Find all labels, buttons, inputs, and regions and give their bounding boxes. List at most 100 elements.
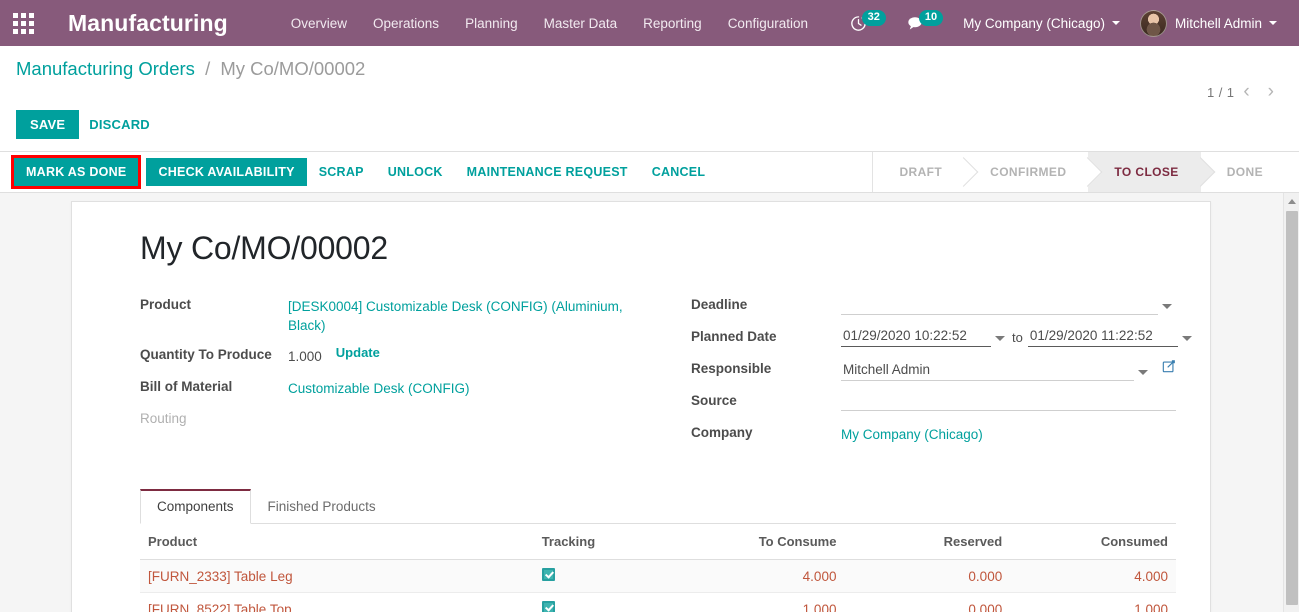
scrollbar-thumb[interactable] (1286, 211, 1298, 605)
tracking-checkbox[interactable] (541, 601, 555, 612)
planned-date-to-label: to (1012, 330, 1023, 345)
page-body: My Co/MO/00002 Product [DESK0004] Custom… (0, 193, 1299, 612)
status-stage-to-close[interactable]: TO CLOSE (1088, 152, 1201, 192)
scrap-button[interactable]: SCRAP (307, 158, 376, 186)
breadcrumb-separator: / (205, 58, 211, 79)
control-panel: Manufacturing Orders / My Co/MO/00002 1 … (0, 46, 1299, 152)
field-deadline-label: Deadline (691, 297, 748, 312)
chevron-down-icon[interactable] (1181, 336, 1192, 341)
menu-item-operations[interactable]: Operations (360, 2, 452, 45)
cell-tracking (533, 592, 679, 612)
field-routing: Routing (140, 409, 658, 431)
status-stage-draft[interactable]: DRAFT (873, 152, 965, 192)
cell-product[interactable]: [FURN_2333] Table Leg (140, 559, 534, 593)
cell-to-consume[interactable]: 1.000 (678, 592, 845, 612)
column-header-to-consume[interactable]: To Consume (678, 524, 845, 560)
status-stage-confirmed[interactable]: CONFIRMED (964, 152, 1089, 192)
table-row[interactable]: [FURN_8522] Table Top 1.000 0.000 1.000 (140, 592, 1176, 612)
menu-item-overview[interactable]: Overview (278, 2, 360, 45)
pager: 1 / 1 ‹ › (1207, 58, 1283, 101)
action-buttons-group: MARK AS DONE CHECK AVAILABILITY SCRAP UN… (0, 152, 717, 192)
field-source: Source (691, 391, 1176, 413)
planned-date-start-input[interactable] (841, 327, 991, 347)
breadcrumb-parent-link[interactable]: Manufacturing Orders (16, 58, 195, 79)
tab-finished-products[interactable]: Finished Products (251, 489, 393, 524)
cell-product[interactable]: [FURN_8522] Table Top (140, 592, 534, 612)
tracking-checkbox[interactable] (541, 568, 555, 581)
column-header-tracking[interactable]: Tracking (533, 524, 679, 560)
cell-reserved[interactable]: 0.000 (844, 592, 1011, 612)
discard-button[interactable]: DISCARD (79, 110, 160, 139)
messages-count-badge: 10 (918, 10, 944, 26)
field-bom-label: Bill of Material (140, 379, 233, 394)
pager-previous-button[interactable]: ‹ (1234, 82, 1258, 101)
external-link-icon[interactable] (1162, 359, 1176, 378)
navbar-right-group: 32 10 My Company (Chicago) Mitchell Admi… (840, 4, 1299, 43)
table-row[interactable]: [FURN_2333] Table Leg 4.000 0.000 4.000 (140, 559, 1176, 593)
cell-consumed[interactable]: 4.000 (1010, 559, 1176, 593)
activities-count-badge: 32 (861, 10, 886, 26)
column-header-product[interactable]: Product (140, 524, 534, 560)
field-quantity-to-produce: Quantity To Produce 1.000 Update (140, 345, 658, 367)
cell-tracking (533, 559, 679, 593)
field-product: Product [DESK0004] Customizable Desk (CO… (140, 295, 658, 335)
unlock-button[interactable]: UNLOCK (376, 158, 455, 186)
field-company: Company My Company (Chicago) (691, 423, 1176, 445)
maintenance-request-button[interactable]: MAINTENANCE REQUEST (455, 158, 640, 186)
top-navbar: Manufacturing Overview Operations Planni… (0, 0, 1299, 46)
user-name: Mitchell Admin (1174, 15, 1262, 31)
notebook: Components Finished Products Product Tra… (140, 489, 1176, 612)
field-responsible-label: Responsible (691, 361, 772, 376)
responsible-input[interactable] (841, 361, 1134, 381)
field-bom-value[interactable]: Customizable Desk (CONFIG) (288, 377, 470, 398)
column-header-reserved[interactable]: Reserved (844, 524, 1011, 560)
deadline-input[interactable] (841, 295, 1158, 315)
chevron-down-icon[interactable] (1138, 370, 1148, 375)
column-header-consumed[interactable]: Consumed (1010, 524, 1176, 560)
source-input[interactable] (841, 391, 1176, 411)
tab-components[interactable]: Components (140, 489, 251, 524)
check-availability-button[interactable]: CHECK AVAILABILITY (146, 158, 307, 186)
field-product-value[interactable]: [DESK0004] Customizable Desk (CONFIG) (A… (288, 295, 658, 335)
field-product-label: Product (140, 297, 192, 312)
company-name: My Company (Chicago) (963, 15, 1105, 31)
chevron-down-icon (1269, 21, 1277, 25)
planned-date-end-input[interactable] (1027, 327, 1178, 347)
cell-reserved[interactable]: 0.000 (844, 559, 1011, 593)
field-company-value[interactable]: My Company (Chicago) (841, 423, 983, 444)
breadcrumb-row: Manufacturing Orders / My Co/MO/00002 1 … (16, 46, 1283, 101)
update-quantity-link[interactable]: Update (336, 345, 380, 360)
apps-grid-icon[interactable] (0, 0, 46, 46)
action-bar: MARK AS DONE CHECK AVAILABILITY SCRAP UN… (0, 152, 1299, 193)
activities-menu[interactable]: 32 (840, 10, 896, 32)
company-switcher[interactable]: My Company (Chicago) (953, 10, 1130, 37)
messages-menu[interactable]: 10 (896, 10, 953, 32)
mark-as-done-button[interactable]: MARK AS DONE (14, 158, 139, 186)
chevron-down-icon[interactable] (995, 336, 1005, 341)
menu-item-reporting[interactable]: Reporting (630, 2, 715, 45)
main-menu: Overview Operations Planning Master Data… (278, 2, 821, 45)
field-company-label: Company (691, 425, 753, 440)
cancel-button[interactable]: CANCEL (640, 158, 718, 186)
form-sheet: My Co/MO/00002 Product [DESK0004] Custom… (71, 201, 1211, 612)
user-menu[interactable]: Mitchell Admin (1130, 4, 1287, 43)
cell-consumed[interactable]: 1.000 (1010, 592, 1176, 612)
vertical-scrollbar[interactable] (1283, 193, 1299, 612)
mark-as-done-highlight: MARK AS DONE (10, 155, 142, 189)
pager-next-button[interactable]: › (1259, 82, 1283, 101)
save-discard-row: SAVE DISCARD (16, 100, 1283, 151)
breadcrumb-current: My Co/MO/00002 (220, 58, 366, 79)
save-button[interactable]: SAVE (16, 110, 80, 139)
chevron-down-icon[interactable] (1162, 304, 1172, 309)
menu-item-planning[interactable]: Planning (452, 2, 531, 45)
cell-to-consume[interactable]: 4.000 (678, 559, 845, 593)
field-deadline: Deadline (691, 295, 1176, 317)
field-quantity-label: Quantity To Produce (140, 347, 272, 362)
breadcrumb: Manufacturing Orders / My Co/MO/00002 (16, 58, 365, 80)
menu-item-master-data[interactable]: Master Data (531, 2, 631, 45)
scroll-up-arrow-icon[interactable] (1284, 193, 1299, 209)
menu-item-configuration[interactable]: Configuration (715, 2, 821, 45)
form-column-left: Product [DESK0004] Customizable Desk (CO… (140, 295, 658, 455)
chevron-down-icon (1111, 21, 1120, 25)
field-responsible: Responsible (691, 359, 1176, 381)
